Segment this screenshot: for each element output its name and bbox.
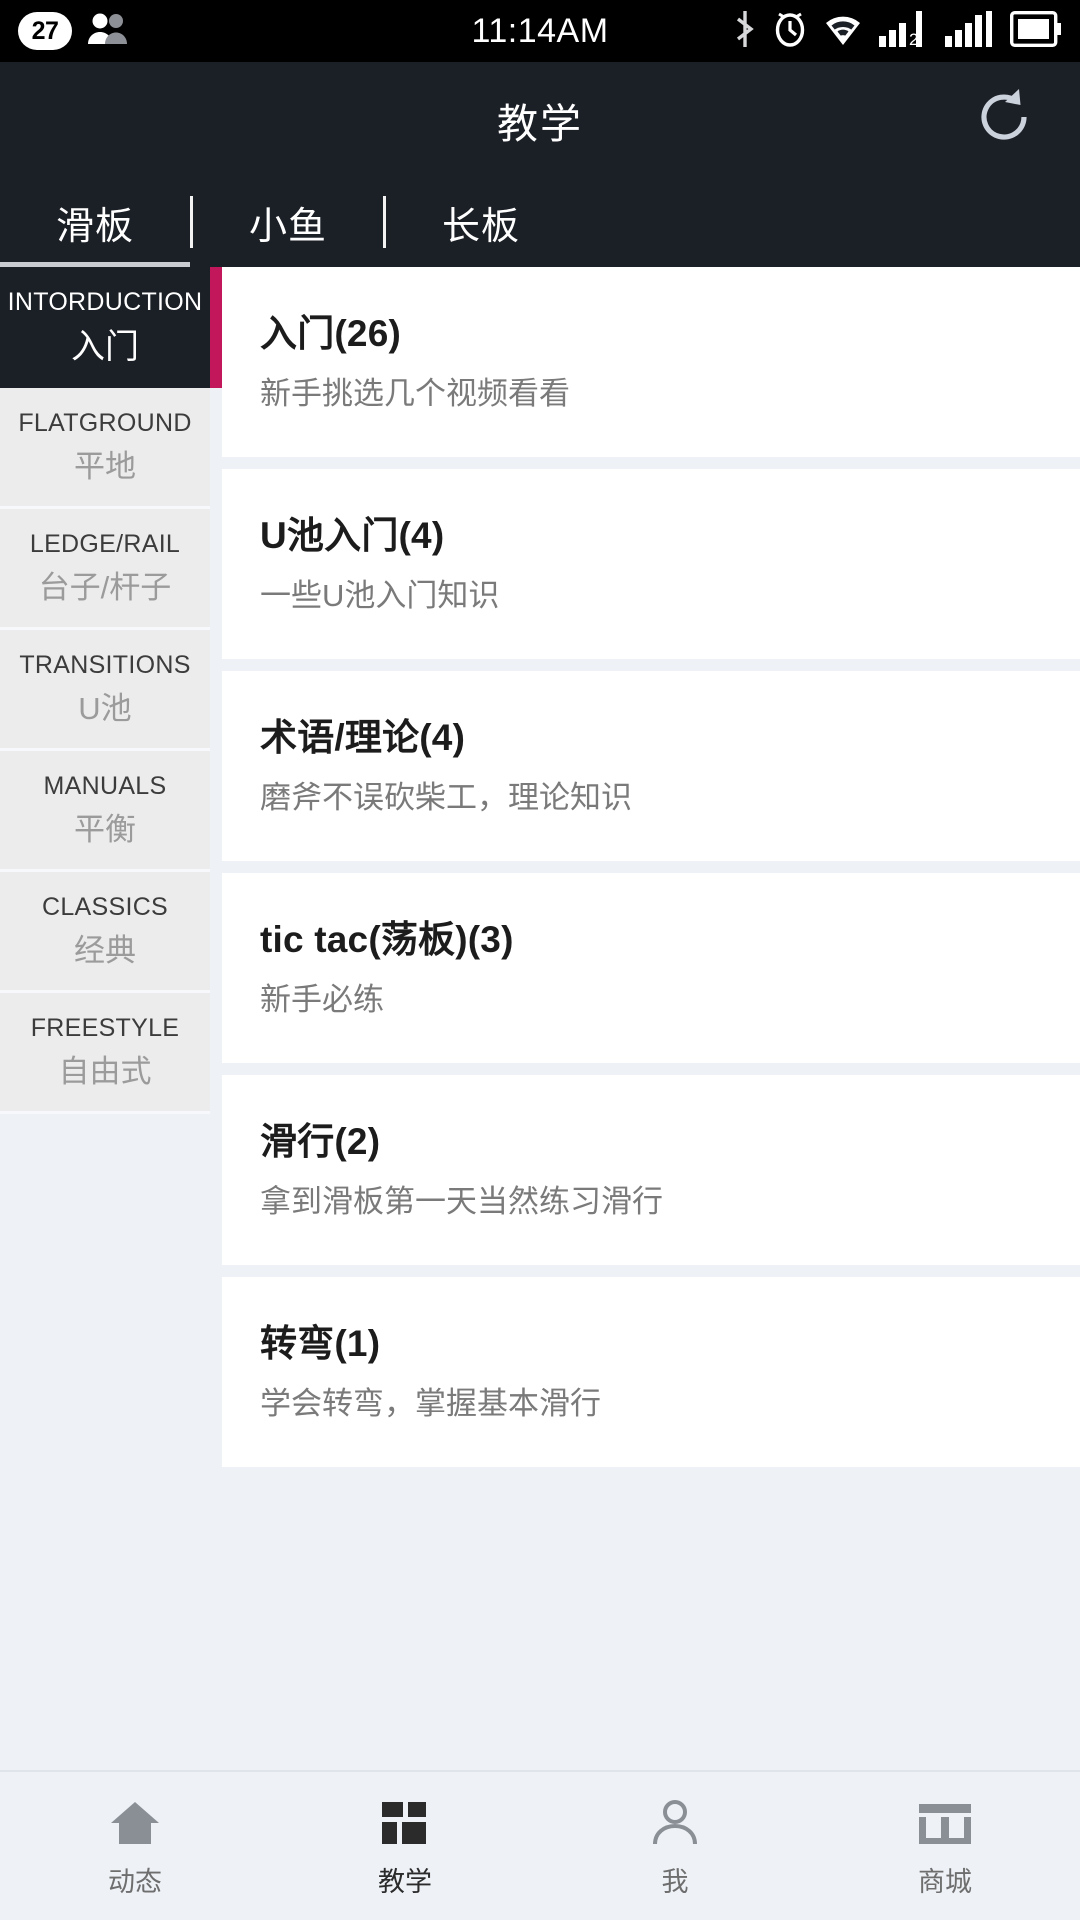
sidebar-item-flatground[interactable]: FLATGROUND 平地 bbox=[0, 388, 210, 509]
sidebar-item-label-en: CLASSICS bbox=[42, 894, 168, 922]
alarm-icon bbox=[772, 9, 808, 54]
bottom-navigation-bar: 动态 教学 我 bbox=[0, 1770, 1080, 1920]
sidebar-item-label-cn: 台子/杆子 bbox=[39, 571, 172, 605]
lesson-subtitle: 磨斧不误砍柴工，理论知识 bbox=[260, 780, 1080, 816]
sidebar-item-label-en: FREESTYLE bbox=[31, 1015, 180, 1043]
nav-item-shop[interactable]: 商城 bbox=[810, 1794, 1080, 1899]
lesson-title: U池入门(4) bbox=[260, 515, 1080, 558]
lesson-title: 转弯(1) bbox=[260, 1323, 1080, 1366]
category-sidebar: INTORDUCTION 入门 FLATGROUND 平地 LEDGE/RAIL… bbox=[0, 267, 210, 1770]
lesson-list[interactable]: 入门(26) 新手挑选几个视频看看 U池入门(4) 一些U池入门知识 术语/理论… bbox=[222, 267, 1080, 1770]
lesson-title: 滑行(2) bbox=[260, 1121, 1080, 1164]
tab-skateboard[interactable]: 滑板 bbox=[0, 177, 190, 267]
list-item[interactable]: 滑行(2) 拿到滑板第一天当然练习滑行 bbox=[222, 1075, 1080, 1265]
sidebar-item-manuals[interactable]: MANUALS 平衡 bbox=[0, 751, 210, 872]
sidebar-item-label-cn: 经典 bbox=[74, 934, 136, 968]
list-item[interactable]: U池入门(4) 一些U池入门知识 bbox=[222, 469, 1080, 659]
nav-item-teaching[interactable]: 教学 bbox=[270, 1794, 540, 1899]
sidebar-item-label-en: MANUALS bbox=[44, 773, 167, 801]
sidebar-item-label-en: INTORDUCTION bbox=[8, 289, 203, 317]
content-area: INTORDUCTION 入门 FLATGROUND 平地 LEDGE/RAIL… bbox=[0, 267, 1080, 1770]
lesson-title: 术语/理论(4) bbox=[260, 717, 1080, 760]
people-icon bbox=[86, 12, 132, 51]
sidebar-filler bbox=[0, 1114, 210, 1770]
lesson-subtitle: 拿到滑板第一天当然练习滑行 bbox=[260, 1184, 1080, 1220]
sidebar-item-label-en: LEDGE/RAIL bbox=[30, 531, 180, 559]
lesson-subtitle: 新手挑选几个视频看看 bbox=[260, 376, 1080, 412]
list-item[interactable]: 转弯(1) 学会转弯，掌握基本滑行 bbox=[222, 1277, 1080, 1467]
battery-icon bbox=[1010, 11, 1062, 52]
store-icon bbox=[916, 1794, 974, 1848]
sidebar-item-label-en: TRANSITIONS bbox=[19, 652, 190, 680]
sidebar-item-introduction[interactable]: INTORDUCTION 入门 bbox=[0, 267, 210, 388]
lesson-subtitle: 新手必练 bbox=[260, 982, 1080, 1018]
app-title-bar: 教学 bbox=[0, 62, 1080, 177]
sidebar-item-label-cn: 自由式 bbox=[59, 1055, 152, 1089]
wifi-icon bbox=[822, 11, 864, 52]
nav-item-label: 我 bbox=[662, 1860, 689, 1899]
home-icon bbox=[108, 1794, 162, 1848]
notification-count-badge: 27 bbox=[18, 12, 72, 50]
sidebar-item-label-cn: U池 bbox=[78, 692, 131, 726]
status-bar-right: 2 bbox=[732, 9, 1062, 54]
list-item[interactable]: 入门(26) 新手挑选几个视频看看 bbox=[222, 267, 1080, 457]
lesson-subtitle: 一些U池入门知识 bbox=[260, 578, 1080, 614]
app-screen: 27 11:14AM bbox=[0, 0, 1080, 1920]
signal-sim1-icon: 2 bbox=[878, 9, 930, 54]
list-item[interactable]: tic tac(荡板)(3) 新手必练 bbox=[222, 873, 1080, 1063]
bluetooth-icon bbox=[732, 9, 758, 54]
sidebar-item-classics[interactable]: CLASSICS 经典 bbox=[0, 872, 210, 993]
nav-item-label: 教学 bbox=[378, 1860, 432, 1899]
refresh-button[interactable] bbox=[968, 84, 1040, 156]
person-icon bbox=[648, 1794, 702, 1848]
page-title: 教学 bbox=[497, 90, 583, 150]
sidebar-item-label-cn: 平地 bbox=[74, 450, 136, 484]
lesson-subtitle: 学会转弯，掌握基本滑行 bbox=[260, 1386, 1080, 1422]
category-tab-bar: 滑板 小鱼 长板 bbox=[0, 177, 1080, 267]
tab-longboard[interactable]: 长板 bbox=[386, 177, 576, 267]
svg-text:2: 2 bbox=[909, 30, 918, 49]
status-bar: 27 11:14AM bbox=[0, 0, 1080, 62]
sidebar-item-label-cn: 入门 bbox=[71, 329, 139, 366]
sidebar-item-label-en: FLATGROUND bbox=[18, 410, 191, 438]
tab-label: 长板 bbox=[442, 195, 520, 250]
lesson-title: tic tac(荡板)(3) bbox=[260, 919, 1080, 962]
sidebar-item-ledge-rail[interactable]: LEDGE/RAIL 台子/杆子 bbox=[0, 509, 210, 630]
tab-pennyboard[interactable]: 小鱼 bbox=[193, 177, 383, 267]
refresh-icon bbox=[970, 83, 1038, 156]
tab-label: 小鱼 bbox=[249, 195, 327, 250]
signal-sim2-icon bbox=[944, 9, 996, 54]
nav-item-feed[interactable]: 动态 bbox=[0, 1794, 270, 1899]
sidebar-item-freestyle[interactable]: FREESTYLE 自由式 bbox=[0, 993, 210, 1114]
sidebar-item-label-cn: 平衡 bbox=[74, 813, 136, 847]
list-item[interactable]: 术语/理论(4) 磨斧不误砍柴工，理论知识 bbox=[222, 671, 1080, 861]
grid-icon bbox=[378, 1794, 432, 1848]
sidebar-item-transitions[interactable]: TRANSITIONS U池 bbox=[0, 630, 210, 751]
nav-item-label: 动态 bbox=[108, 1860, 162, 1899]
status-bar-left: 27 bbox=[18, 12, 132, 51]
tab-label: 滑板 bbox=[56, 195, 134, 250]
lesson-title: 入门(26) bbox=[260, 313, 1080, 356]
nav-item-label: 商城 bbox=[918, 1860, 972, 1899]
nav-item-profile[interactable]: 我 bbox=[540, 1794, 810, 1899]
